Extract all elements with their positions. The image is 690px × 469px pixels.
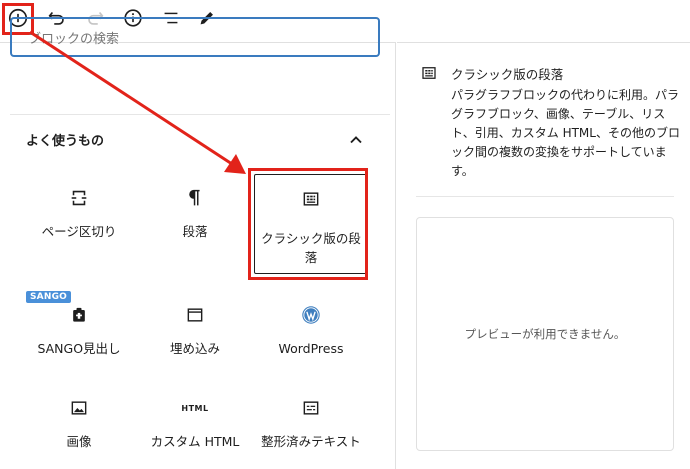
block-item-label: 埋め込み — [169, 341, 220, 356]
search-placeholder: ブロックの検索 — [28, 31, 120, 47]
block-item-label: WordPress — [278, 341, 344, 356]
block-item-label: SANGO見出し — [37, 341, 121, 356]
block-item-preformatted[interactable]: 整形済みテキスト — [254, 396, 368, 451]
block-item-paragraph[interactable]: 段落 — [138, 186, 252, 241]
block-item-wordpress[interactable]: WordPress — [254, 303, 368, 358]
block-detail-description: パラグラフブロックの代わりに利用。パラグラフブロック、画像、テーブル、リスト、引… — [451, 88, 680, 178]
block-item-sango-heading[interactable]: SANGO見出し — [22, 303, 136, 358]
classic-icon — [422, 67, 436, 79]
pilcrow-icon — [189, 189, 200, 206]
block-item-label: 画像 — [66, 434, 92, 449]
image-icon — [71, 401, 87, 415]
embed-icon — [187, 308, 203, 322]
preformatted-icon — [303, 401, 319, 415]
sango-badge: SANGO — [26, 291, 72, 303]
page-break-icon — [71, 190, 87, 206]
block-search-input[interactable]: ブロックの検索 — [10, 17, 380, 57]
block-item-embed[interactable]: 埋め込み — [138, 303, 252, 358]
wordpress-icon — [302, 306, 320, 324]
block-item-label: 整形済みテキスト — [261, 434, 361, 449]
html-icon: HTML — [181, 403, 209, 413]
heading-icon — [73, 307, 85, 322]
highlight-classic-block — [248, 168, 368, 280]
block-item-label: ページ区切り — [41, 224, 117, 239]
block-item-label: 段落 — [182, 224, 208, 239]
block-item-custom-html[interactable]: HTML カスタム HTML — [138, 396, 252, 451]
preview-unavailable-text: プレビューが利用できません。 — [464, 327, 626, 341]
block-preview-box: プレビューが利用できません。 — [416, 217, 674, 451]
section-divider — [10, 114, 390, 115]
block-detail-title: クラシック版の段落 — [451, 67, 564, 82]
chevron-up-icon[interactable] — [347, 131, 365, 149]
section-title: よく使うもの — [26, 134, 105, 149]
block-item-label: カスタム HTML — [150, 434, 240, 449]
block-item-page-break[interactable]: ページ区切り — [22, 186, 136, 241]
detail-divider — [416, 196, 674, 197]
block-item-image[interactable]: 画像 — [22, 396, 136, 451]
